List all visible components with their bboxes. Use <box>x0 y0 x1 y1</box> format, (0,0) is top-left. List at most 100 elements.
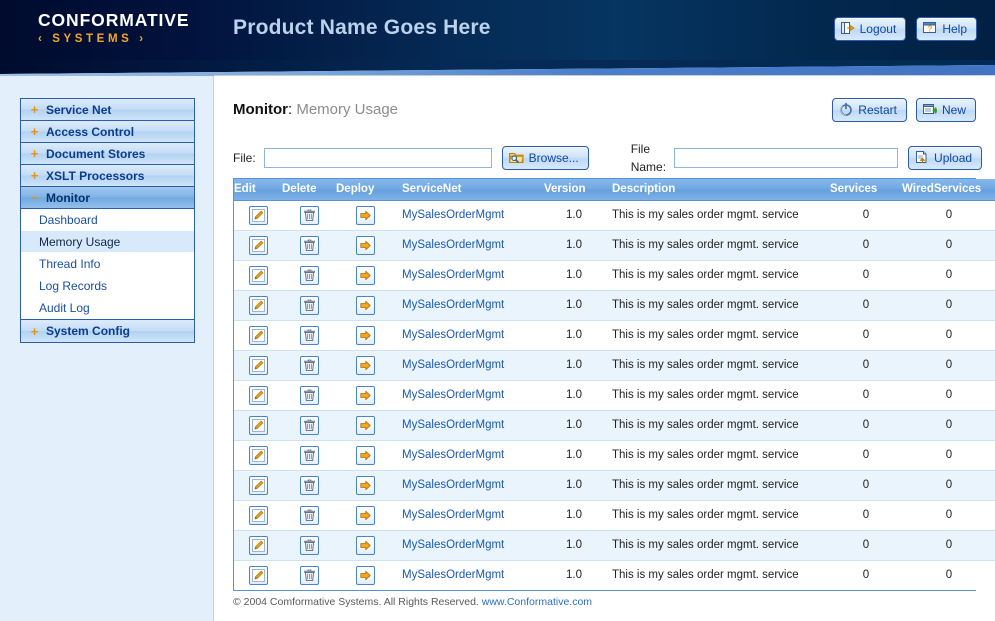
delete-row-button[interactable] <box>299 385 319 405</box>
file-input[interactable] <box>263 148 492 168</box>
edit-row-button[interactable] <box>248 565 268 585</box>
servicenet-link[interactable]: MySalesOrderMgmt <box>402 269 504 281</box>
deploy-row-button[interactable] <box>355 355 375 375</box>
delete-row-button[interactable] <box>299 325 319 345</box>
edit-row-button[interactable] <box>248 325 268 345</box>
servicenet-link[interactable]: MySalesOrderMgmt <box>402 449 504 461</box>
footer-website-link[interactable]: www.Conformative.com <box>482 596 592 608</box>
delete-row-button[interactable] <box>299 535 319 555</box>
deploy-row-button[interactable] <box>355 235 375 255</box>
servicenet-link[interactable]: MySalesOrderMgmt <box>402 509 504 521</box>
cell-wiredservices: 0 <box>902 200 995 231</box>
delete-row-button[interactable] <box>299 205 319 225</box>
servicenet-link[interactable]: MySalesOrderMgmt <box>402 299 504 311</box>
edit-row-button[interactable] <box>248 415 268 435</box>
delete-row-button[interactable] <box>299 475 319 495</box>
servicenet-link[interactable]: MySalesOrderMgmt <box>402 239 504 251</box>
help-button[interactable]: ? Help <box>916 17 977 41</box>
delete-row-button[interactable] <box>299 505 319 525</box>
sidebar-item-monitor[interactable]: − Monitor <box>21 187 194 209</box>
deploy-row-button[interactable] <box>355 325 375 345</box>
filename-input[interactable] <box>674 148 899 168</box>
servicenet-link[interactable]: MySalesOrderMgmt <box>402 569 504 581</box>
delete-row-button[interactable] <box>299 265 319 285</box>
deploy-row-button[interactable] <box>355 295 375 315</box>
cell-deploy <box>336 440 394 471</box>
browse-button[interactable]: Browse... <box>501 146 589 170</box>
deploy-row-button[interactable] <box>355 205 375 225</box>
delete-row-button[interactable] <box>299 355 319 375</box>
servicenet-link[interactable]: MySalesOrderMgmt <box>402 359 504 371</box>
cell-servicenet: MySalesOrderMgmt <box>394 530 544 561</box>
column-header-delete[interactable]: Delete <box>282 179 336 201</box>
edit-row-button[interactable] <box>248 205 268 225</box>
delete-row-button[interactable] <box>299 295 319 315</box>
column-header-version[interactable]: Version <box>544 179 604 201</box>
sidebar-item-dashboard[interactable]: Dashboard <box>21 209 194 231</box>
cell-version: 1.0 <box>544 470 604 501</box>
servicenet-link[interactable]: MySalesOrderMgmt <box>402 479 504 491</box>
edit-row-button[interactable] <box>248 355 268 375</box>
edit-row-button[interactable] <box>248 235 268 255</box>
column-header-wiredservices[interactable]: WiredServices <box>902 179 995 201</box>
delete-row-button[interactable] <box>299 415 319 435</box>
cell-description: This is my sales order mgmt. service <box>604 320 830 351</box>
edit-row-button[interactable] <box>248 385 268 405</box>
sidebar-item-service-net[interactable]: + Service Net <box>21 99 194 121</box>
logout-button[interactable]: Logout <box>833 17 907 41</box>
help-label: Help <box>942 22 967 36</box>
deploy-row-button[interactable] <box>355 475 375 495</box>
column-header-services[interactable]: Services <box>830 179 902 201</box>
table-row: MySalesOrderMgmt 1.0 This is my sales orde… <box>234 470 995 501</box>
servicenet-link[interactable]: MySalesOrderMgmt <box>402 209 504 221</box>
deploy-row-button[interactable] <box>355 445 375 465</box>
deploy-row-button[interactable] <box>355 565 375 585</box>
deploy-row-button[interactable] <box>355 385 375 405</box>
new-button[interactable]: New <box>915 98 976 122</box>
sidebar-item-system-config[interactable]: + System Config <box>21 320 194 342</box>
trash-icon <box>303 569 315 581</box>
servicenet-link[interactable]: MySalesOrderMgmt <box>402 539 504 551</box>
pencil-icon <box>251 508 265 522</box>
column-header-servicenet[interactable]: ServiceNet <box>394 179 544 201</box>
trash-icon <box>303 359 315 371</box>
delete-row-button[interactable] <box>299 565 319 585</box>
table-row: MySalesOrderMgmt 1.0 This is my sales orde… <box>234 290 995 321</box>
edit-row-button[interactable] <box>248 505 268 525</box>
sidebar-item-thread-info[interactable]: Thread Info <box>21 253 194 275</box>
sidebar-item-document-stores[interactable]: + Document Stores <box>21 143 194 165</box>
servicenet-link[interactable]: MySalesOrderMgmt <box>402 329 504 341</box>
logo-bracket-left-icon: ‹ <box>38 32 46 45</box>
edit-row-button[interactable] <box>248 265 268 285</box>
servicenet-link[interactable]: MySalesOrderMgmt <box>402 419 504 431</box>
edit-row-button[interactable] <box>248 475 268 495</box>
page-title-separator: : <box>287 101 293 118</box>
sidebar-item-access-control[interactable]: + Access Control <box>21 121 194 143</box>
sidebar-item-xslt-processors[interactable]: + XSLT Processors <box>21 165 194 187</box>
cell-wiredservices: 0 <box>902 260 995 291</box>
deploy-arrow-icon <box>359 510 371 520</box>
restart-button[interactable]: Restart <box>832 98 907 122</box>
upload-button[interactable]: Upload <box>908 146 983 170</box>
column-header-description[interactable]: Description <box>604 179 830 201</box>
sidebar-item-label: Service Net <box>46 102 112 117</box>
column-header-edit[interactable]: Edit <box>234 179 282 201</box>
delete-row-button[interactable] <box>299 235 319 255</box>
sidebar-item-memory-usage[interactable]: Memory Usage <box>21 231 194 253</box>
column-header-deploy[interactable]: Deploy <box>336 179 394 201</box>
sidebar-item-audit-log[interactable]: Audit Log <box>21 297 194 319</box>
new-label: New <box>941 103 966 117</box>
servicenet-link[interactable]: MySalesOrderMgmt <box>402 389 504 401</box>
edit-row-button[interactable] <box>248 295 268 315</box>
edit-row-button[interactable] <box>248 535 268 555</box>
cell-deploy <box>336 260 394 291</box>
edit-row-button[interactable] <box>248 445 268 465</box>
deploy-row-button[interactable] <box>355 535 375 555</box>
deploy-row-button[interactable] <box>355 265 375 285</box>
delete-row-button[interactable] <box>299 445 319 465</box>
cell-description: This is my sales order mgmt. service <box>604 350 830 381</box>
deploy-row-button[interactable] <box>355 415 375 435</box>
cell-version: 1.0 <box>544 320 604 351</box>
deploy-row-button[interactable] <box>355 505 375 525</box>
sidebar-item-log-records[interactable]: Log Records <box>21 275 194 297</box>
